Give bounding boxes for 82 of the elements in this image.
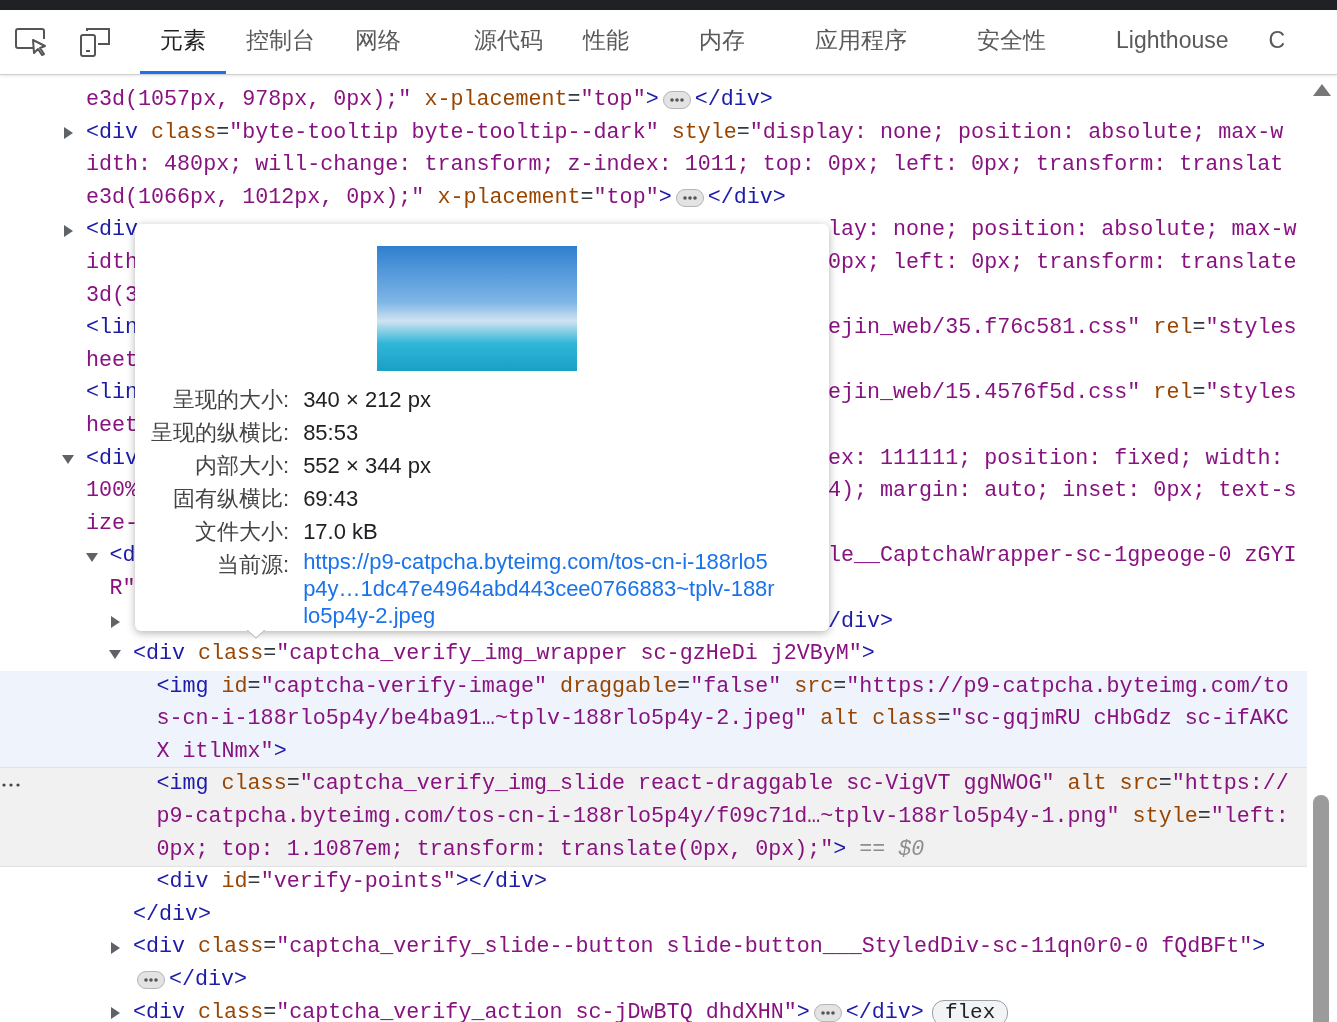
panel-tab[interactable]: 性能 (563, 10, 649, 74)
dots-icon (681, 195, 698, 202)
code-text: ize- (86, 509, 139, 538)
panel-tab[interactable]: 控制台 (226, 10, 335, 74)
code-text: /div> (828, 607, 894, 636)
code-text: <div id="verify-points"></div> (156, 868, 547, 897)
selection-highlight[interactable] (0, 767, 1307, 868)
panel-tab[interactable]: 网络 (335, 10, 421, 74)
code-text: X itlNmx"> (156, 737, 287, 766)
info-label: 内部大小: (194, 452, 290, 480)
ellipsis-button[interactable] (137, 971, 165, 990)
collapsed-arrow-icon[interactable] (109, 1006, 121, 1019)
panel-tab[interactable]: 元素 (140, 10, 226, 74)
panel-tab[interactable]: 内存 (679, 10, 765, 74)
expanded-arrow-icon[interactable] (85, 550, 98, 563)
info-value: 85:53 (303, 419, 360, 447)
panel-tab[interactable]: 应用程序 (795, 10, 927, 74)
code-text: lay: none; position: absolute; max-w (828, 216, 1297, 245)
panel-tab[interactable]: 安全性 (957, 10, 1066, 74)
info-label: 当前源: (216, 551, 290, 579)
code-text: le__CaptchaWrapper-sc-1gpeoge-0 zGYI (828, 542, 1297, 571)
code-text: idth: 480px; will-change: transform; z-index: 1011; top: 0px; left: 0px; transform: translat (86, 151, 1284, 180)
more-options-icon[interactable] (2, 782, 20, 788)
code-text: <div (86, 444, 139, 473)
panel-tab[interactable]: 源代码 (454, 10, 563, 74)
code-text: idth (86, 248, 139, 277)
info-label: 固有纵横比: (172, 485, 290, 513)
code-text: <div class="captcha_verify_img_wrapper sc-gzHeDi j2VByM"> (133, 640, 875, 669)
code-text: </div> (707, 183, 786, 212)
collapsed-arrow-icon[interactable] (109, 615, 121, 628)
code-text: e3d(1057px, 978px, 0px);" x-placement="top"> (86, 86, 659, 114)
code-text: 0px; top: 1.1087em; transform: translate(0px, 0px);"> == $0 (156, 835, 925, 864)
info-label: 文件大小: (194, 518, 290, 546)
dots-icon (819, 1009, 836, 1016)
code-text: ejin_web/35.f76c581.css" rel="styles (828, 314, 1297, 343)
collapsed-arrow-icon[interactable] (62, 126, 74, 139)
info-value: 17.0 kB (303, 518, 379, 546)
inspect-element-icon[interactable] (14, 26, 48, 58)
code-text: 4); margin: auto; inset: 0px; text-s (828, 477, 1297, 506)
code-text: s-cn-i-188rlo5p4y/be4ba91…~tplv-188rlo5p4y-2.jpeg" alt class="sc-gqjmRU cHbGdz sc-ifAKC (156, 705, 1289, 734)
code-text: ejin_web/15.4576f5d.css" rel="styles (828, 379, 1297, 408)
code-text: </div> (845, 998, 924, 1022)
code-text: <div class="captcha_verify_slide--button slide-button___StyledDiv-sc-11qn0r0-0 fQdBFt"> (133, 933, 1266, 962)
code-text: </div> (169, 966, 248, 995)
code-text: <img class="captcha_verify_img_slide react-draggable sc-VigVT ggNWOG" alt src="https:// (156, 770, 1289, 799)
info-value: 552 × 344 px (303, 452, 432, 480)
expanded-arrow-icon[interactable] (109, 648, 121, 661)
code-text: 0px; left: 0px; transform: translate (828, 248, 1297, 277)
code-text: <d (109, 542, 136, 571)
info-label: 呈现的纵横比: (151, 419, 290, 447)
code-text: ex: 111111; position: fixed; width: (828, 444, 1284, 473)
dots-icon (668, 97, 685, 104)
code-text: p9-catpcha.byteimg.com/tos-cn-i-188rlo5p4y/f09c71d…~tplv-188rlo5p4y-1.png" style="left: (156, 803, 1289, 832)
collapsed-arrow-icon[interactable] (62, 224, 74, 237)
ellipsis-button[interactable] (675, 189, 704, 208)
code-text: </div> (133, 900, 212, 929)
info-value: 69:43 (303, 485, 360, 513)
device-toolbar-icon[interactable] (78, 26, 112, 58)
code-text: <img id="captcha-verify-image" draggable="false" src="https://p9-catpcha.byteimg.com/to (156, 672, 1289, 701)
code-text: </div> (694, 86, 773, 114)
code-text: <div class="byte-tooltip byte-tooltip--dark" style="display: none; position: absolute; max-w (86, 118, 1284, 147)
code-text: heet (86, 346, 139, 375)
info-label: 呈现的大小: (172, 386, 290, 414)
dots-icon (143, 977, 159, 984)
ellipsis-button[interactable] (662, 91, 691, 110)
scroll-up-icon[interactable] (1313, 84, 1331, 96)
code-text: 3d(3 (86, 281, 139, 310)
code-text: <div class="captcha_verify_action sc-jDwBTQ dhdXHN"> (133, 998, 810, 1022)
source-link[interactable]: https://p9-catpcha.byteimg.com/tos-cn-i-188rlo5p4y…1dc47e4964abd443cee0766883~tplv-188rlo5p4y-2.jpeg (303, 548, 776, 629)
scrollbar-thumb[interactable] (1313, 795, 1329, 1022)
code-text: <div (86, 216, 139, 245)
code-text: e3d(1066px, 1012px, 0px);" x-placement="top"> (86, 183, 672, 212)
flex-badge[interactable]: flex (931, 999, 1009, 1022)
collapsed-arrow-icon[interactable] (109, 941, 121, 954)
info-value: 340 × 212 px (303, 386, 432, 414)
code-text: heet (86, 411, 139, 440)
expanded-arrow-icon[interactable] (62, 452, 74, 465)
ellipsis-button[interactable] (813, 1003, 842, 1022)
panel-tab[interactable]: C (1248, 10, 1306, 74)
code-text: R" (109, 574, 136, 603)
panel-tab[interactable]: Lighthouse (1096, 10, 1249, 74)
hover-highlight[interactable]: <img id="captcha-verify-image" draggable="false" src="https://p9-catpcha.byteimg.com/to s-cn-i-188rlo5p4y/be4ba91…~tplv-188rlo5p4y-2.jpeg" alt class="sc-gqjmRU cHbGdz sc-ifAKC X itlNmx"> (0, 670, 1307, 769)
